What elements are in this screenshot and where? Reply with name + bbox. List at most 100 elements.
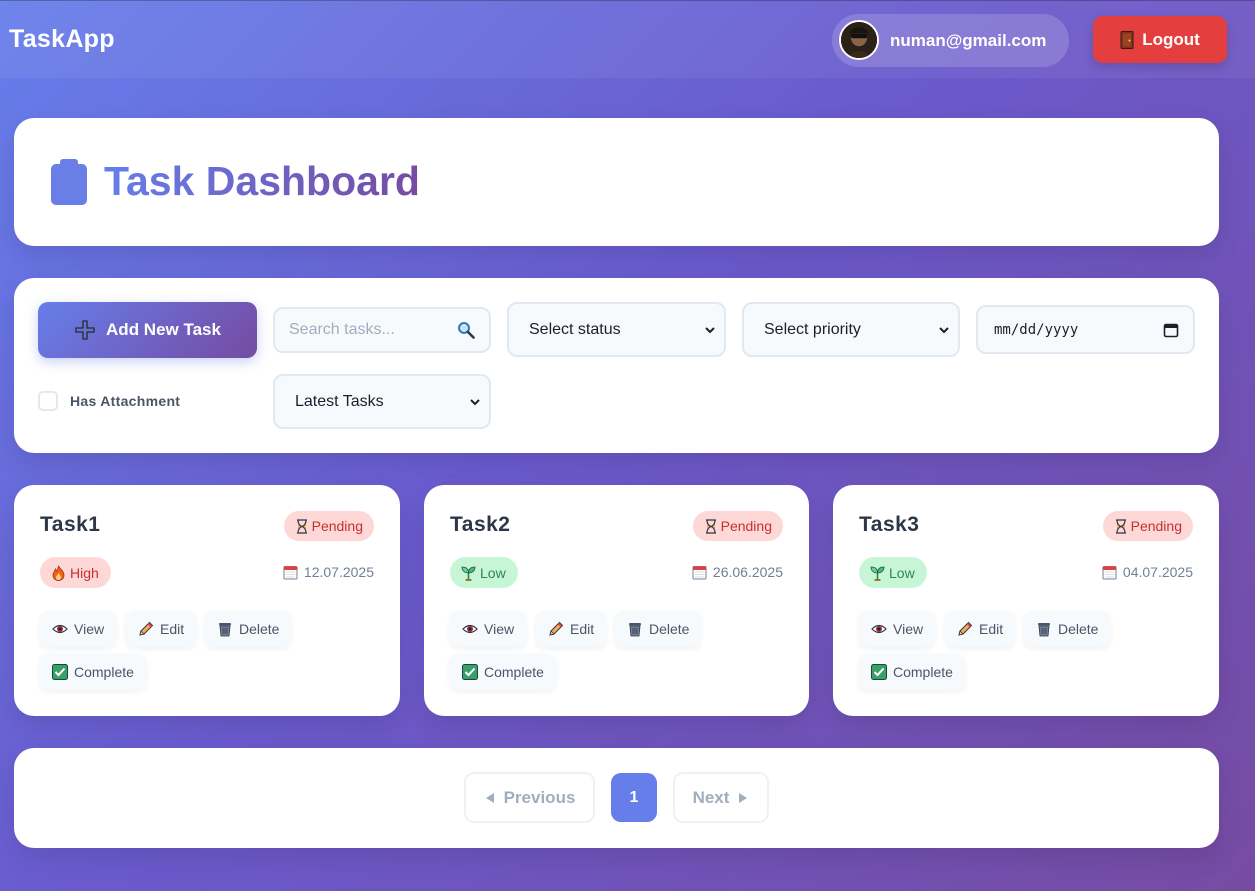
avatar[interactable] <box>839 20 879 60</box>
sort-select-value: Latest Tasks <box>295 392 384 410</box>
user-email: numan@gmail.com <box>890 31 1047 50</box>
task-card: Task2 Pending Low 26.06.2025 View Edit D… <box>424 485 809 716</box>
has-attachment-filter[interactable]: Has Attachment <box>38 391 180 411</box>
pagination: Previous 1 Next <box>14 748 1219 848</box>
check-icon <box>52 664 68 680</box>
triangle-left-icon <box>485 792 494 803</box>
search-icon <box>458 322 475 339</box>
view-label: View <box>484 621 515 637</box>
priority-badge: Low <box>859 557 927 588</box>
edit-label: Edit <box>979 621 1004 637</box>
eye-icon <box>871 624 887 634</box>
hourglass-icon <box>705 518 716 534</box>
page-title: Task Dashboard <box>104 158 420 204</box>
delete-label: Delete <box>649 621 690 637</box>
edit-label: Edit <box>160 621 185 637</box>
add-task-label: Add New Task <box>106 320 221 339</box>
status-label: Pending <box>720 518 772 534</box>
edit-button[interactable]: Edit <box>945 611 1016 647</box>
search-placeholder: Search tasks... <box>289 321 395 338</box>
delete-label: Delete <box>239 621 280 637</box>
priority-select-value: Select priority <box>764 320 861 338</box>
complete-button[interactable]: Complete <box>40 654 146 690</box>
next-label: Next <box>692 787 730 807</box>
due-date: 04.07.2025 <box>1102 564 1193 580</box>
previous-page-button[interactable]: Previous <box>464 772 595 823</box>
date-placeholder: mm/dd/yyyy <box>994 321 1079 338</box>
chevron-down-icon <box>705 326 715 333</box>
edit-button[interactable]: Edit <box>536 611 607 647</box>
logout-button[interactable]: Logout <box>1093 16 1227 63</box>
brand-logo[interactable]: TaskApp <box>9 25 115 54</box>
priority-label: Low <box>889 564 915 581</box>
status-badge: Pending <box>283 511 374 541</box>
has-attachment-checkbox[interactable] <box>38 391 58 411</box>
delete-button[interactable]: Delete <box>615 611 702 647</box>
complete-label: Complete <box>74 664 134 680</box>
has-attachment-label: Has Attachment <box>70 393 181 409</box>
priority-badge: High <box>40 557 111 588</box>
top-navbar: TaskApp numan@gmail.com Logout <box>0 0 1255 78</box>
check-icon <box>462 664 478 680</box>
triangle-right-icon <box>739 792 748 803</box>
status-select-value: Select status <box>529 320 621 338</box>
priority-label: Low <box>480 564 506 581</box>
priority-select[interactable]: Select priority <box>742 302 960 357</box>
status-badge: Pending <box>1102 511 1193 541</box>
calendar-icon[interactable] <box>1163 322 1179 338</box>
view-button[interactable]: View <box>40 611 117 647</box>
dashboard-header: Task Dashboard <box>14 118 1219 246</box>
logout-label: Logout <box>1142 29 1200 49</box>
chevron-down-icon <box>939 326 949 333</box>
status-label: Pending <box>311 518 363 534</box>
complete-button[interactable]: Complete <box>450 654 556 690</box>
due-date: 26.06.2025 <box>692 564 783 580</box>
view-label: View <box>74 621 105 637</box>
complete-button[interactable]: Complete <box>859 654 965 690</box>
trash-icon <box>629 623 641 637</box>
plus-icon <box>75 320 95 340</box>
delete-button[interactable]: Delete <box>205 611 292 647</box>
trash-icon <box>1038 623 1050 637</box>
edit-label: Edit <box>570 621 595 637</box>
filter-panel: Add New Task Search tasks... Select stat… <box>14 278 1219 453</box>
priority-label: High <box>70 564 99 581</box>
task-title: Task1 <box>40 513 101 536</box>
calendar-icon <box>1102 565 1117 579</box>
edit-button[interactable]: Edit <box>126 611 197 647</box>
view-label: View <box>893 621 924 637</box>
delete-button[interactable]: Delete <box>1024 611 1111 647</box>
delete-label: Delete <box>1058 621 1099 637</box>
page-number-current[interactable]: 1 <box>611 773 657 822</box>
task-card: Task1 Pending High 12.07.2025 View Edit … <box>14 485 400 716</box>
pencil-icon <box>958 621 973 636</box>
calendar-icon <box>692 565 707 579</box>
trash-icon <box>219 623 231 637</box>
next-page-button[interactable]: Next <box>673 772 769 823</box>
calendar-icon <box>283 565 298 579</box>
fire-icon <box>52 564 65 581</box>
due-date-text: 04.07.2025 <box>1122 564 1193 580</box>
seedling-icon <box>461 566 476 581</box>
eye-icon <box>52 624 68 634</box>
user-profile-pill[interactable]: numan@gmail.com <box>832 14 1069 67</box>
seedling-icon <box>870 566 885 581</box>
sort-select[interactable]: Latest Tasks <box>273 374 491 429</box>
add-task-button[interactable]: Add New Task <box>38 302 257 358</box>
search-input[interactable]: Search tasks... <box>273 307 491 353</box>
complete-label: Complete <box>893 664 953 680</box>
clipboard-icon <box>51 159 87 205</box>
status-select[interactable]: Select status <box>507 302 726 357</box>
task-card: Task3 Pending Low 04.07.2025 View Edit D… <box>833 485 1219 716</box>
due-date-input[interactable]: mm/dd/yyyy <box>976 305 1195 354</box>
view-button[interactable]: View <box>859 611 936 647</box>
check-icon <box>871 664 887 680</box>
task-title: Task2 <box>450 513 511 536</box>
door-icon <box>1120 30 1134 49</box>
chevron-down-icon <box>470 398 480 405</box>
view-button[interactable]: View <box>450 611 527 647</box>
due-date-text: 12.07.2025 <box>303 564 374 580</box>
hourglass-icon <box>1115 518 1126 534</box>
status-badge: Pending <box>692 511 783 541</box>
due-date: 12.07.2025 <box>283 564 374 580</box>
